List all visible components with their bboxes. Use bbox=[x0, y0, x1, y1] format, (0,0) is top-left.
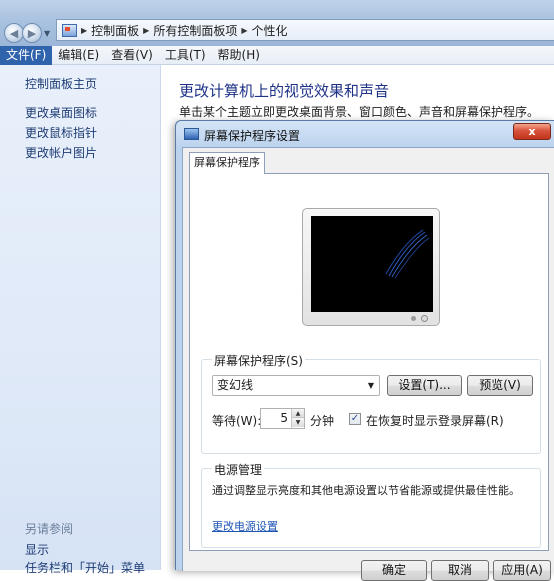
spin-up-icon[interactable]: ▲ bbox=[292, 409, 304, 418]
spin-down-icon[interactable]: ▼ bbox=[292, 418, 304, 427]
change-mouse-pointers-link[interactable]: 更改鼠标指针 bbox=[25, 124, 97, 141]
breadcrumb-all-items[interactable]: 所有控制面板项 bbox=[153, 22, 237, 39]
breadcrumb-control-panel[interactable]: 控制面板 bbox=[91, 22, 139, 39]
preview-button[interactable]: 预览(V) bbox=[467, 375, 533, 396]
close-icon: x bbox=[528, 125, 536, 138]
control-panel-home-link[interactable]: 控制面板主页 bbox=[25, 75, 97, 92]
settings-button[interactable]: 设置(T)... bbox=[387, 375, 462, 396]
power-description: 通过调整显示亮度和其他电源设置以节省能源或提供最佳性能。 bbox=[212, 484, 520, 497]
monitor-preview bbox=[302, 208, 440, 326]
menu-help[interactable]: 帮助(H) bbox=[212, 46, 266, 65]
menu-file[interactable]: 文件(F) bbox=[0, 45, 53, 65]
change-power-settings-link[interactable]: 更改电源设置 bbox=[212, 518, 278, 534]
see-also-heading: 另请参阅 bbox=[25, 522, 74, 536]
menu-tools[interactable]: 工具(T) bbox=[159, 46, 212, 65]
chevron-right-icon[interactable]: ▶ bbox=[143, 26, 149, 35]
tab-screensaver[interactable]: 屏幕保护程序 bbox=[189, 152, 265, 174]
control-panel-icon bbox=[62, 23, 77, 37]
ok-button[interactable]: 确定 bbox=[361, 560, 427, 581]
monitor-icon bbox=[184, 128, 199, 140]
chevron-down-icon[interactable]: ▼ bbox=[368, 376, 374, 395]
page-title: 更改计算机上的视觉效果和声音 bbox=[179, 82, 390, 100]
chevron-right-icon[interactable]: ▶ bbox=[241, 26, 247, 35]
wait-label: 等待(W): bbox=[212, 414, 262, 428]
checkmark-icon: ✓ bbox=[350, 413, 360, 424]
cancel-button[interactable]: 取消 bbox=[431, 560, 489, 581]
address-bar[interactable]: ▶ 控制面板 ▶ 所有控制面板项 ▶ 个性化 bbox=[56, 19, 554, 41]
screensaver-preview-screen bbox=[311, 216, 433, 312]
menu-bar: 文件(F) 编辑(E) 查看(V) 工具(T) 帮助(H) bbox=[0, 45, 554, 65]
page-description: 单击某个主题立即更改桌面背景、窗口颜色、声音和屏幕保护程序。 bbox=[179, 105, 540, 119]
screensaver-settings-dialog: 屏幕保护程序设置 x 屏幕保护程序 屏幕保护程序(S) 变幻线 ▼ 设置(T).… bbox=[175, 120, 554, 581]
wait-minutes-value[interactable]: 5 bbox=[280, 411, 288, 425]
display-link[interactable]: 显示 bbox=[25, 541, 49, 558]
menu-view[interactable]: 查看(V) bbox=[105, 46, 159, 65]
forward-arrow-icon: ▶ bbox=[27, 26, 37, 40]
screensaver-group-label: 屏幕保护程序(S) bbox=[212, 352, 305, 369]
resume-logon-label[interactable]: 在恢复时显示登录屏幕(R) bbox=[366, 412, 504, 429]
menu-edit[interactable]: 编辑(E) bbox=[52, 46, 105, 65]
apply-button[interactable]: 应用(A) bbox=[493, 560, 551, 581]
power-management-group: 电源管理 通过调整显示亮度和其他电源设置以节省能源或提供最佳性能。 更改电源设置 bbox=[201, 461, 541, 548]
change-account-picture-link[interactable]: 更改帐户图片 bbox=[25, 144, 97, 161]
screensaver-group: 屏幕保护程序(S) 变幻线 ▼ 设置(T)... 预览(V) 等待(W): 5 … bbox=[201, 352, 541, 454]
wait-minutes-stepper[interactable]: 5 ▲ ▼ bbox=[260, 408, 305, 429]
ribbons-preview-graphic bbox=[385, 229, 430, 279]
screensaver-select-value: 变幻线 bbox=[217, 378, 254, 392]
back-button[interactable]: ◀ bbox=[4, 23, 24, 43]
dialog-title: 屏幕保护程序设置 bbox=[204, 129, 301, 143]
screensaver-select[interactable]: 变幻线 ▼ bbox=[212, 375, 380, 396]
tab-panel: 屏幕保护程序(S) 变幻线 ▼ 设置(T)... 预览(V) 等待(W): 5 … bbox=[189, 173, 549, 551]
window-titlebar: ◀ ▶ ▼ ▶ 控制面板 ▶ 所有控制面板项 ▶ 个性化 bbox=[0, 0, 554, 46]
recent-pages-dropdown-icon[interactable]: ▼ bbox=[44, 29, 50, 38]
resume-logon-checkbox[interactable]: ✓ bbox=[349, 413, 361, 425]
change-desktop-icons-link[interactable]: 更改桌面图标 bbox=[25, 104, 97, 121]
close-button[interactable]: x bbox=[513, 123, 551, 140]
monitor-power-button-icon bbox=[421, 315, 428, 322]
minutes-label: 分钟 bbox=[310, 414, 335, 428]
stepper-buttons: ▲ ▼ bbox=[291, 409, 304, 428]
back-arrow-icon: ◀ bbox=[9, 26, 19, 40]
monitor-indicator-dot bbox=[411, 316, 416, 321]
left-nav-pane: 控制面板主页 更改桌面图标 更改鼠标指针 更改帐户图片 另请参阅 显示 任务栏和… bbox=[0, 65, 161, 575]
breadcrumb-personalization[interactable]: 个性化 bbox=[252, 22, 288, 39]
dialog-titlebar[interactable]: 屏幕保护程序设置 x bbox=[176, 121, 554, 147]
dialog-client-area: 屏幕保护程序 屏幕保护程序(S) 变幻线 ▼ 设置(T)... 预览(V) 等待… bbox=[182, 147, 554, 581]
taskbar-start-menu-link[interactable]: 任务栏和「开始」菜单 bbox=[25, 559, 145, 576]
power-group-label: 电源管理 bbox=[212, 461, 265, 478]
forward-button[interactable]: ▶ bbox=[22, 23, 42, 43]
chevron-right-icon[interactable]: ▶ bbox=[81, 26, 87, 35]
